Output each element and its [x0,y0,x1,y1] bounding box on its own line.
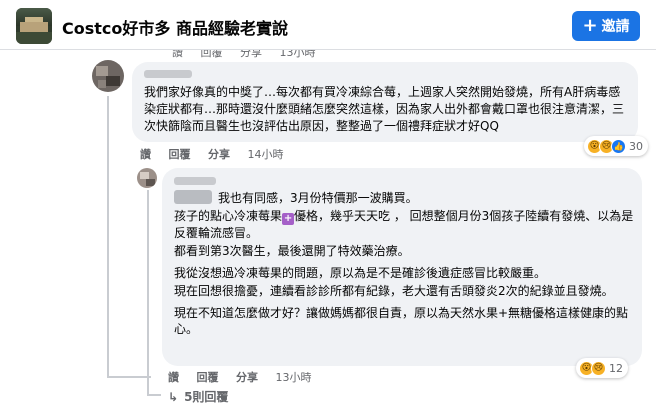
plus-icon: + [582,15,598,36]
reply-bubble: 我也有同感，3月份特價那一波購買。 孩子的點心冷凍莓果 + 優格，幾乎天天吃 ， 回… [162,168,642,366]
reaction-count: 12 [609,361,623,375]
group-header: Costco好市多 商品經驗老實說 + 邀請 [0,0,656,50]
thread-line-reply [147,190,149,396]
commenter-name-redacted[interactable] [144,70,192,78]
reply-line: 我從沒想過冷凍莓果的問題，原以為是不是確診後遺症感冒比較嚴重。 [174,266,547,280]
group-avatar[interactable] [16,8,52,44]
sad-emoji-icon: 😢 [591,360,606,376]
reply-line: 現在回想很擔憂，連續看診診所都有紀錄，老大還有舌頭發炎2次的紀錄並且發燒。 [174,284,614,298]
group-title[interactable]: Costco好市多 商品經驗老實說 [62,15,288,39]
like-link[interactable]: 讚 [168,371,179,384]
reply-link[interactable]: 回覆 [169,148,191,161]
share-link[interactable]: 分享 [208,148,230,161]
like-link[interactable]: 讚 [140,148,151,161]
invite-button[interactable]: + 邀請 [572,11,640,41]
reply-line: 現在不知道怎麼做才好？讓做媽媽都很自責，原以為天然水果+無糖優格這樣健康的點心。 [174,306,629,336]
reply-commenter-avatar[interactable] [137,168,157,188]
thread-line-branch [107,376,151,378]
invite-label: 邀請 [601,19,630,35]
comment-actions: 讚 回覆 分享 14小時 [140,146,298,162]
reply-text: 我也有同感，3月份特價那一波購買。 孩子的點心冷凍莓果 + 優格，幾乎天天吃 ， 回… [174,190,636,343]
comment-text: 我們家好像真的中獎了…每次都有買冷凍綜合莓，上週家人突然開始發燒，所有A肝病毒感… [144,85,625,133]
more-replies-label: 5則回覆 [184,390,229,404]
reaction-summary[interactable]: 😮 😢 👍 30 [584,136,648,156]
reply-timestamp[interactable]: 13小時 [276,371,312,384]
reply-actions: 讚 回覆 分享 13小時 [168,369,326,385]
commenter-avatar[interactable] [92,60,124,92]
thread-line [107,96,109,378]
reply-line: 孩子的點心冷凍莓果 + 優格，幾乎天天吃 ， 回想整個月份3個孩子陸續有發燒、以為是… [174,208,636,241]
reaction-count: 30 [629,139,643,153]
comment-timestamp[interactable]: 14小時 [248,148,284,161]
like-icon: 👍 [611,138,626,154]
share-link[interactable]: 分享 [236,371,258,384]
comment-bubble: 我們家好像真的中獎了…每次都有買冷凍綜合莓，上週家人突然開始發燒，所有A肝病毒感… [132,62,638,142]
reply-line-part: 孩子的點心冷凍莓果 [174,209,283,223]
reply-line: 都看到第3次醫生，最後還開了特效藥治療。 [174,244,410,258]
thread-line-reply-branch [147,394,161,396]
heavy-plus-icon: + [282,213,295,225]
reply-line: 我也有同感，3月份特價那一波購買。 [218,191,418,205]
reply-reaction-summary[interactable]: 😮 😢 12 [576,358,628,378]
reply-arrow-icon: ↳ [168,389,179,404]
view-more-replies-link[interactable]: ↳ 5則回覆 [168,388,228,405]
reply-link[interactable]: 回覆 [197,371,219,384]
reply-commenter-name-redacted[interactable] [174,177,216,185]
